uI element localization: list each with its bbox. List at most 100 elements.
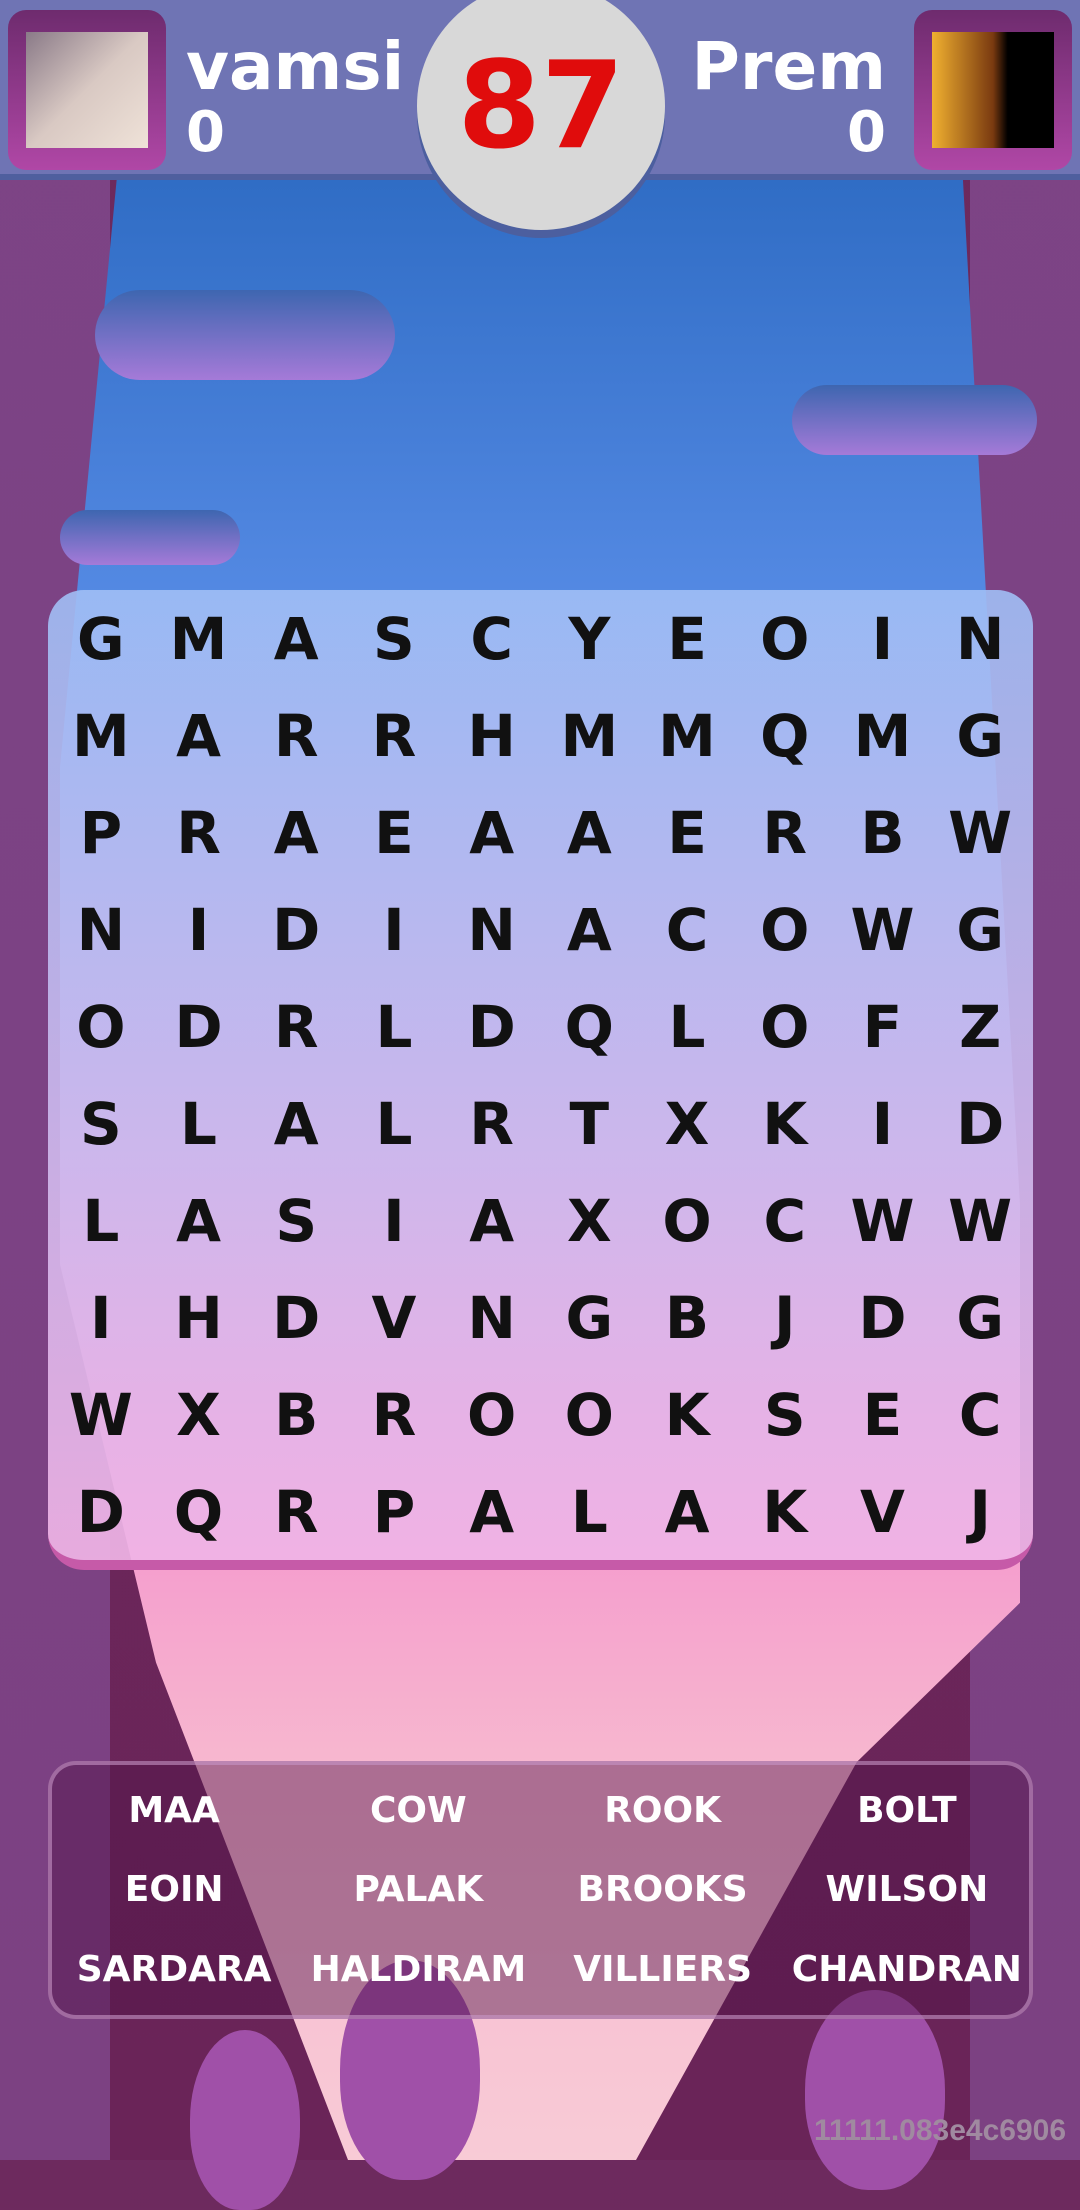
grid-cell[interactable]: R (345, 687, 443, 784)
grid-cell[interactable]: K (736, 1075, 834, 1172)
grid-cell[interactable]: G (931, 687, 1029, 784)
grid-cell[interactable]: M (150, 590, 248, 687)
grid-cell[interactable]: E (834, 1366, 932, 1463)
grid-cell[interactable]: D (834, 1269, 932, 1366)
grid-cell[interactable]: Q (736, 687, 834, 784)
grid-cell[interactable]: L (540, 1463, 638, 1560)
grid-cell[interactable]: N (443, 1269, 541, 1366)
grid-cell[interactable]: O (638, 1172, 736, 1269)
grid-cell[interactable]: A (443, 1463, 541, 1560)
grid-cell[interactable]: G (540, 1269, 638, 1366)
grid-cell[interactable]: N (52, 881, 150, 978)
grid-cell[interactable]: N (443, 881, 541, 978)
grid-cell[interactable]: G (52, 590, 150, 687)
grid-cell[interactable]: W (834, 1172, 932, 1269)
grid-cell[interactable]: O (52, 978, 150, 1075)
grid-cell[interactable]: T (540, 1075, 638, 1172)
grid-cell[interactable]: B (638, 1269, 736, 1366)
grid-cell[interactable]: A (247, 1075, 345, 1172)
grid-cell[interactable]: W (52, 1366, 150, 1463)
grid-cell[interactable]: H (443, 687, 541, 784)
grid-cell[interactable]: R (247, 978, 345, 1075)
grid-cell[interactable]: W (834, 881, 932, 978)
grid-cell[interactable]: G (931, 1269, 1029, 1366)
grid-cell[interactable]: P (345, 1463, 443, 1560)
grid-cell[interactable]: R (443, 1075, 541, 1172)
grid-cell[interactable]: V (834, 1463, 932, 1560)
grid-cell[interactable]: D (247, 881, 345, 978)
grid-cell[interactable]: C (638, 881, 736, 978)
grid-cell[interactable]: I (345, 1172, 443, 1269)
grid-cell[interactable]: Q (150, 1463, 248, 1560)
grid-cell[interactable]: L (345, 1075, 443, 1172)
grid-cell[interactable]: W (931, 1172, 1029, 1269)
grid-cell[interactable]: J (931, 1463, 1029, 1560)
grid-cell[interactable]: R (345, 1366, 443, 1463)
grid-cell[interactable]: E (638, 590, 736, 687)
grid-cell[interactable]: X (540, 1172, 638, 1269)
grid-cell[interactable]: P (52, 784, 150, 881)
grid-cell[interactable]: C (736, 1172, 834, 1269)
grid-cell[interactable]: M (834, 687, 932, 784)
grid-cell[interactable]: O (443, 1366, 541, 1463)
grid-cell[interactable]: Z (931, 978, 1029, 1075)
grid-cell[interactable]: O (540, 1366, 638, 1463)
grid-cell[interactable]: Q (540, 978, 638, 1075)
grid-cell[interactable]: B (247, 1366, 345, 1463)
grid-cell[interactable]: R (150, 784, 248, 881)
grid-cell[interactable]: O (736, 590, 834, 687)
grid-cell[interactable]: S (345, 590, 443, 687)
grid-cell[interactable]: A (540, 881, 638, 978)
grid-cell[interactable]: B (834, 784, 932, 881)
grid-cell[interactable]: I (150, 881, 248, 978)
grid-cell[interactable]: R (247, 1463, 345, 1560)
grid-cell[interactable]: A (638, 1463, 736, 1560)
grid-cell[interactable]: D (150, 978, 248, 1075)
grid-cell[interactable]: M (540, 687, 638, 784)
grid-cell[interactable]: D (52, 1463, 150, 1560)
grid-cell[interactable]: A (150, 1172, 248, 1269)
grid-cell[interactable]: S (247, 1172, 345, 1269)
grid-cell[interactable]: A (150, 687, 248, 784)
grid-cell[interactable]: D (931, 1075, 1029, 1172)
grid-cell[interactable]: M (638, 687, 736, 784)
grid-cell[interactable]: R (736, 784, 834, 881)
grid-cell[interactable]: L (638, 978, 736, 1075)
grid-cell[interactable]: I (345, 881, 443, 978)
grid-cell[interactable]: I (834, 590, 932, 687)
grid-cell[interactable]: F (834, 978, 932, 1075)
grid-cell[interactable]: H (150, 1269, 248, 1366)
grid-cell[interactable]: K (638, 1366, 736, 1463)
grid-cell[interactable]: A (443, 784, 541, 881)
grid-cell[interactable]: O (736, 881, 834, 978)
grid-cell[interactable]: J (736, 1269, 834, 1366)
grid-cell[interactable]: L (52, 1172, 150, 1269)
grid-cell[interactable]: D (443, 978, 541, 1075)
grid-cell[interactable]: R (247, 687, 345, 784)
grid-cell[interactable]: C (443, 590, 541, 687)
grid-cell[interactable]: S (736, 1366, 834, 1463)
grid-cell[interactable]: E (638, 784, 736, 881)
grid-cell[interactable]: L (150, 1075, 248, 1172)
grid-cell[interactable]: X (638, 1075, 736, 1172)
grid-cell[interactable]: K (736, 1463, 834, 1560)
grid-cell[interactable]: D (247, 1269, 345, 1366)
grid-cell[interactable]: A (540, 784, 638, 881)
grid-cell[interactable]: W (931, 784, 1029, 881)
grid-cell[interactable]: G (931, 881, 1029, 978)
grid-cell[interactable]: M (52, 687, 150, 784)
grid-cell[interactable]: L (345, 978, 443, 1075)
grid-cell[interactable]: A (247, 590, 345, 687)
grid-cell[interactable]: E (345, 784, 443, 881)
grid-cell[interactable]: O (736, 978, 834, 1075)
grid-cell[interactable]: V (345, 1269, 443, 1366)
grid-cell[interactable]: S (52, 1075, 150, 1172)
grid-cell[interactable]: C (931, 1366, 1029, 1463)
grid-cell[interactable]: A (247, 784, 345, 881)
grid-cell[interactable]: X (150, 1366, 248, 1463)
grid-cell[interactable]: I (52, 1269, 150, 1366)
grid-cell[interactable]: A (443, 1172, 541, 1269)
grid-cell[interactable]: I (834, 1075, 932, 1172)
grid-cell[interactable]: N (931, 590, 1029, 687)
grid-cell[interactable]: Y (540, 590, 638, 687)
